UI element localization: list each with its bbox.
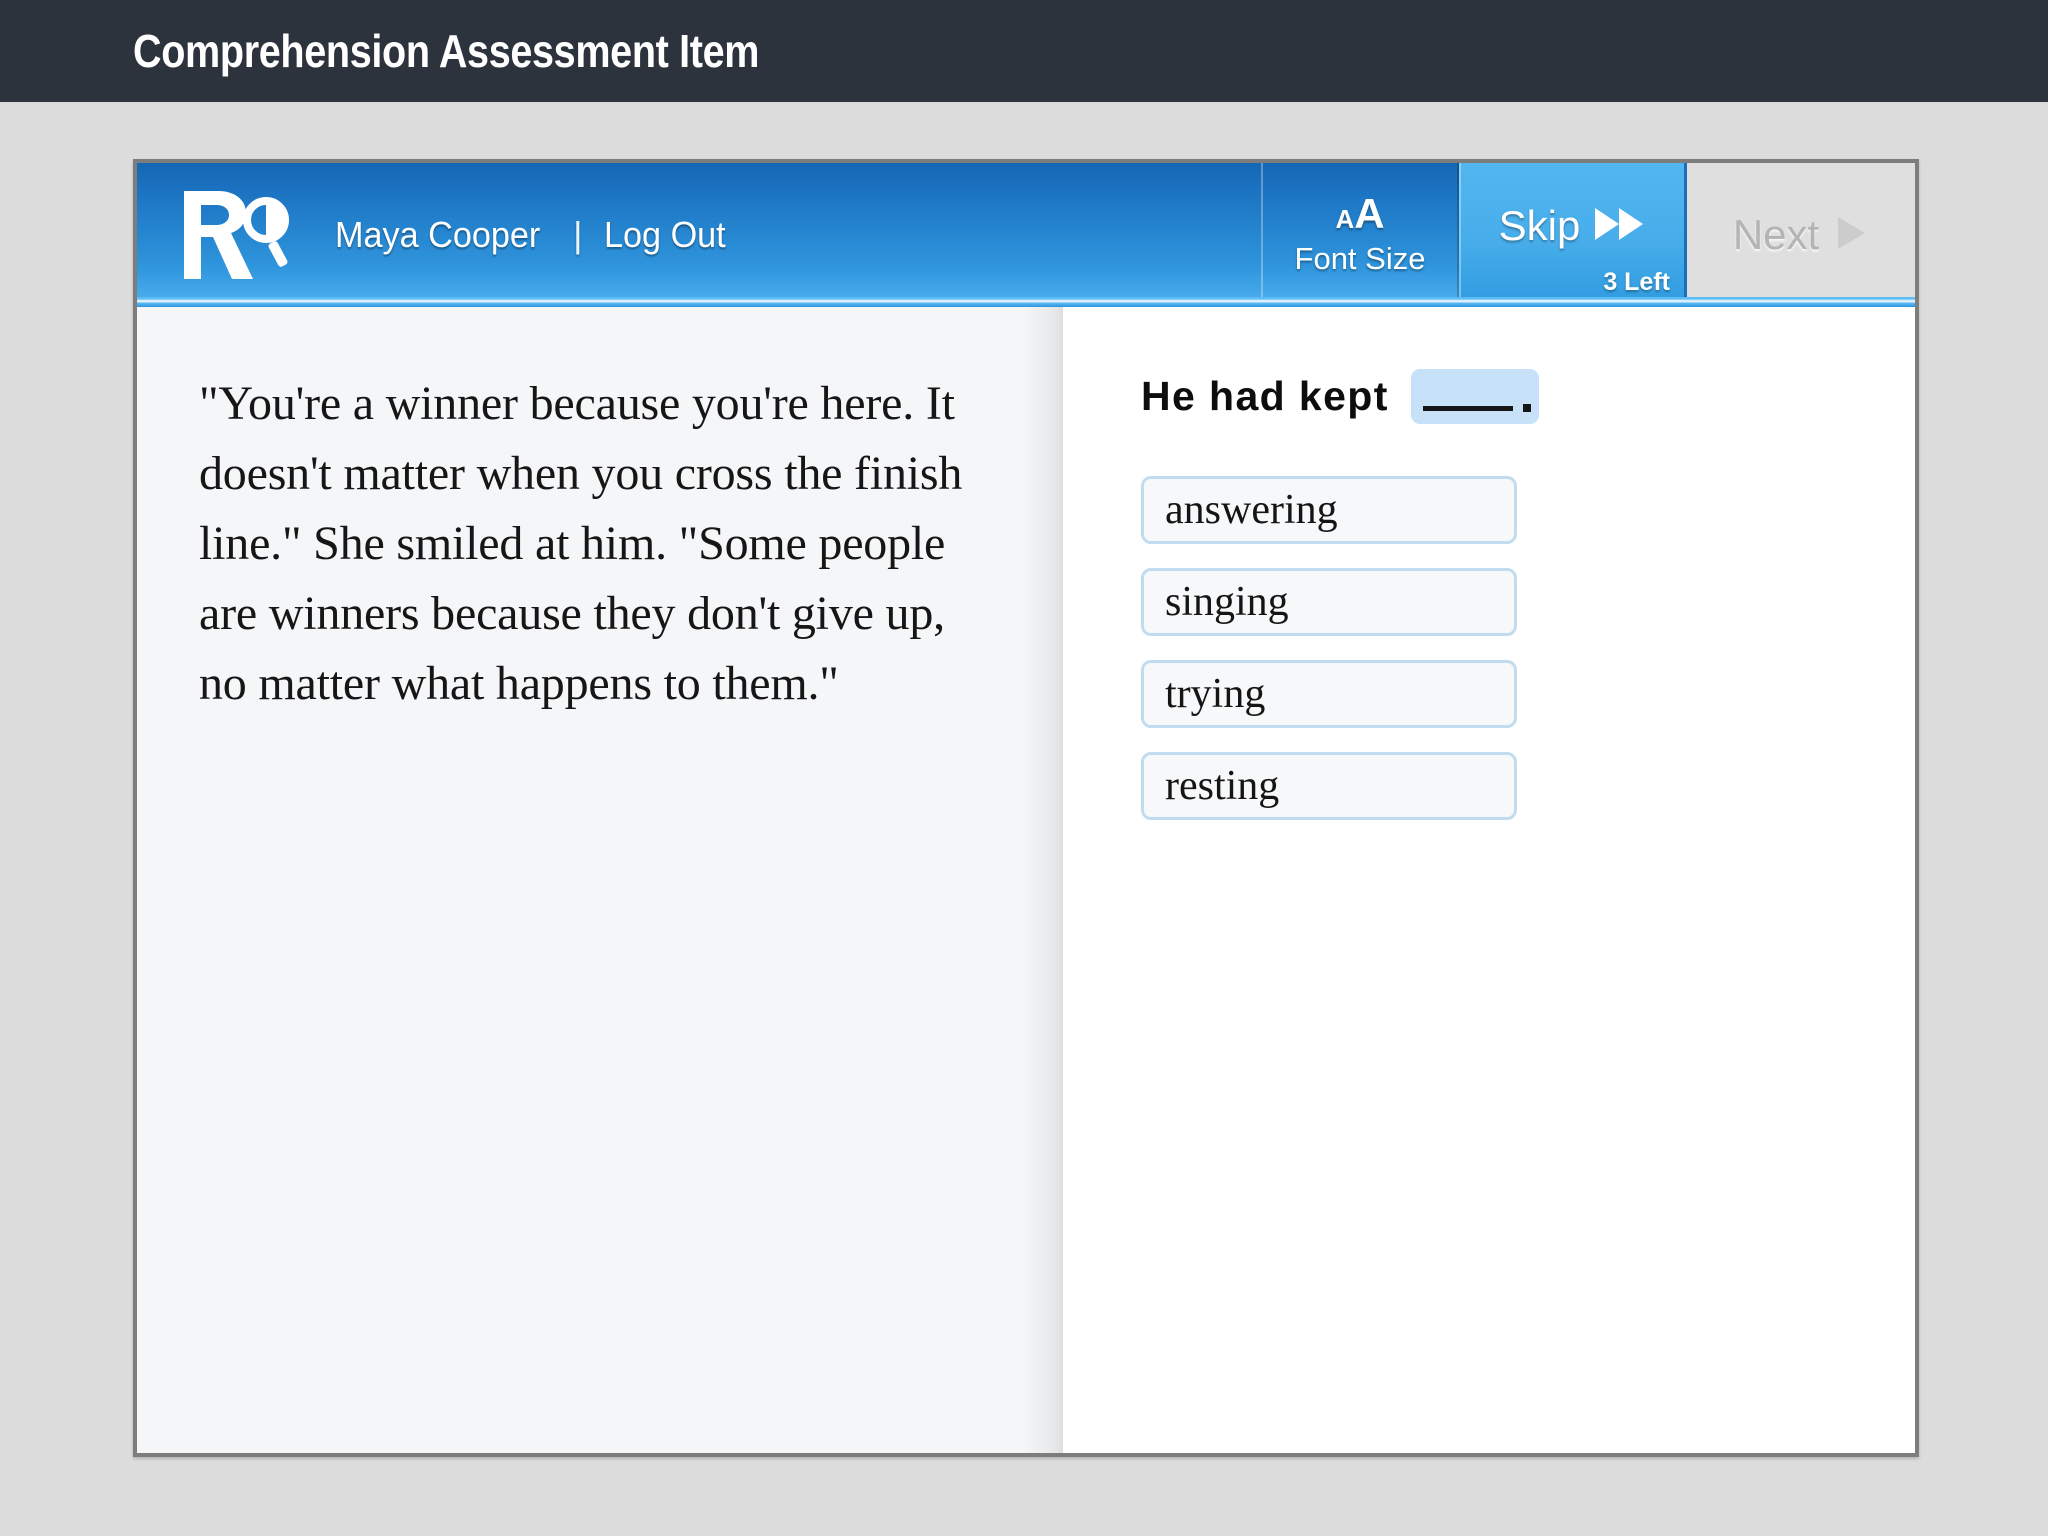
question-prompt: He had kept <box>1141 369 1915 424</box>
answer-choice-label: resting <box>1165 763 1280 809</box>
passage-text: "You're a winner because you're here. It… <box>199 377 963 711</box>
font-size-small-a: A <box>1335 204 1355 234</box>
answer-blank-field[interactable] <box>1410 369 1539 424</box>
answer-choice-1[interactable]: answering <box>1141 476 1517 544</box>
skip-button[interactable]: Skip 3 Left <box>1459 163 1687 307</box>
font-size-icon: AA <box>1335 193 1384 235</box>
answer-choice-3[interactable]: trying <box>1141 660 1517 728</box>
content-panes: "You're a winner because you're here. It… <box>137 307 1915 1453</box>
user-area: Maya Cooper | Log Out <box>329 163 1261 307</box>
font-size-large-a: A <box>1354 190 1385 237</box>
double-right-arrow-icon <box>1594 206 1646 247</box>
answer-choice-4[interactable]: resting <box>1141 752 1517 820</box>
right-arrow-icon <box>1835 215 1869 256</box>
answer-choice-2[interactable]: singing <box>1141 568 1517 636</box>
passage-pane: "You're a winner because you're here. It… <box>137 307 1063 1453</box>
next-button[interactable]: Next <box>1687 163 1915 307</box>
font-size-label: Font Size <box>1294 241 1426 276</box>
blank-period-icon <box>1522 404 1531 412</box>
answer-choice-label: singing <box>1165 579 1289 625</box>
answer-choice-label: trying <box>1165 671 1266 717</box>
brand-logo[interactable] <box>137 163 329 307</box>
question-pane: He had kept answering singing trying res… <box>1063 307 1915 1453</box>
font-size-button[interactable]: AA Font Size <box>1261 163 1459 307</box>
logout-link[interactable]: Log Out <box>604 214 726 256</box>
user-name: Maya Cooper <box>335 214 541 255</box>
app-toolbar: Maya Cooper | Log Out AA Font Size Skip … <box>137 163 1915 307</box>
skip-count-label: 3 Left <box>1603 268 1670 296</box>
page-title: Comprehension Assessment Item <box>133 25 760 77</box>
prompt-text: He had kept <box>1141 373 1389 419</box>
user-separator: | <box>573 214 583 255</box>
page-header: Comprehension Assessment Item <box>0 0 2048 102</box>
skip-row: Skip <box>1499 202 1647 250</box>
skip-label: Skip <box>1498 202 1581 249</box>
blank-underline-icon <box>1422 406 1513 411</box>
next-label: Next <box>1732 211 1820 258</box>
answer-choices: answering singing trying resting <box>1141 476 1915 820</box>
assessment-window: Maya Cooper | Log Out AA Font Size Skip … <box>133 159 1919 1457</box>
answer-choice-label: answering <box>1165 487 1338 533</box>
toolbar-bottom-strip <box>137 297 1915 307</box>
r-magnifier-logo-icon <box>178 187 298 283</box>
